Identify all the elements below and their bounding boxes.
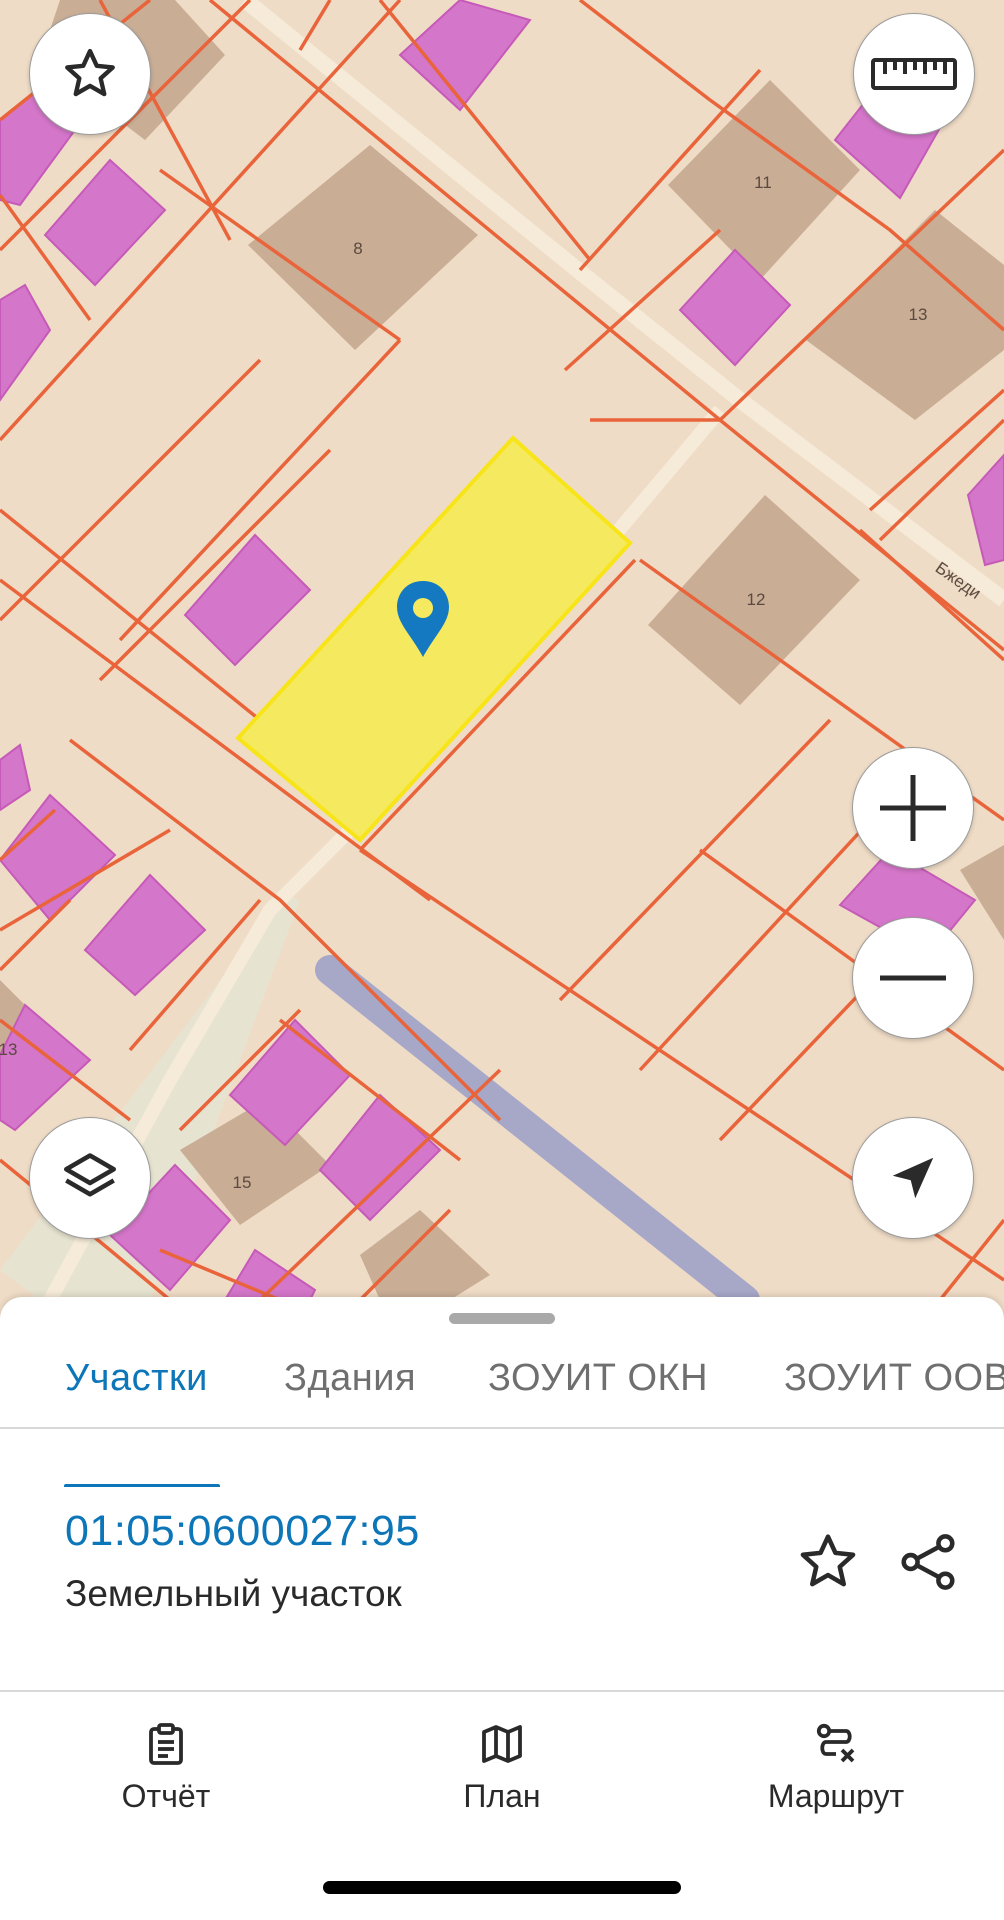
lot-label: 13: [0, 1040, 17, 1059]
tab-buildings[interactable]: Здания: [284, 1357, 416, 1400]
nav-route[interactable]: Маршрут: [716, 1720, 956, 1815]
lot-label: 15: [233, 1173, 252, 1192]
measure-button[interactable]: [853, 13, 975, 135]
info-sheet[interactable]: Участки Здания ЗОУИТ ОКН ЗОУИТ ООВ 01:05…: [0, 1297, 1004, 1692]
home-indicator: [323, 1881, 681, 1894]
cadastral-map[interactable]: 8 11 13 12 13 15 Бжеди: [0, 0, 1004, 1315]
ruler-icon: [871, 58, 957, 90]
layers-icon: [64, 1153, 116, 1197]
lot-label: 12: [747, 590, 766, 609]
locate-button[interactable]: [852, 1117, 974, 1239]
sheet-drag-handle[interactable]: [449, 1313, 555, 1324]
tab-parcels[interactable]: Участки: [65, 1357, 208, 1400]
favorite-map-button[interactable]: [29, 13, 151, 135]
active-tab-indicator: [64, 1484, 220, 1487]
map-view[interactable]: 8 11 13 12 13 15 Бжеди: [0, 0, 1004, 1315]
navigation-arrow-icon: [892, 1157, 934, 1199]
favorite-parcel-button[interactable]: [793, 1527, 863, 1597]
tab-zouit-oov[interactable]: ЗОУИТ ООВ: [784, 1357, 1004, 1400]
lot-label: 11: [754, 173, 772, 192]
divider: [0, 1427, 1004, 1429]
share-button[interactable]: [893, 1527, 963, 1597]
star-icon: [800, 1534, 856, 1587]
parcel-type: Земельный участок: [65, 1573, 402, 1614]
plus-icon: [880, 775, 946, 841]
star-icon: [65, 48, 115, 97]
lot-label: 8: [353, 239, 362, 258]
zoom-in-button[interactable]: [852, 747, 974, 869]
nav-plan-label: План: [463, 1778, 541, 1814]
minus-icon: [880, 975, 946, 981]
clipboard-icon: [149, 1723, 183, 1765]
map-icon: [482, 1725, 522, 1763]
share-icon: [901, 1534, 955, 1590]
layers-button[interactable]: [29, 1117, 151, 1239]
nav-route-label: Маршрут: [767, 1778, 905, 1814]
nav-report-label: Отчёт: [121, 1778, 211, 1814]
route-icon: [816, 1723, 855, 1763]
nav-plan[interactable]: План: [382, 1720, 622, 1815]
tab-zouit-okn[interactable]: ЗОУИТ ОКН: [488, 1357, 708, 1400]
lot-label: 13: [909, 305, 928, 324]
sheet-tabs: Участки Здания ЗОУИТ ОКН ЗОУИТ ООВ: [0, 1357, 1004, 1487]
zoom-out-button[interactable]: [852, 917, 974, 1039]
cadastral-number-link[interactable]: 01:05:0600027:95: [65, 1507, 420, 1556]
nav-report[interactable]: Отчёт: [46, 1720, 286, 1815]
